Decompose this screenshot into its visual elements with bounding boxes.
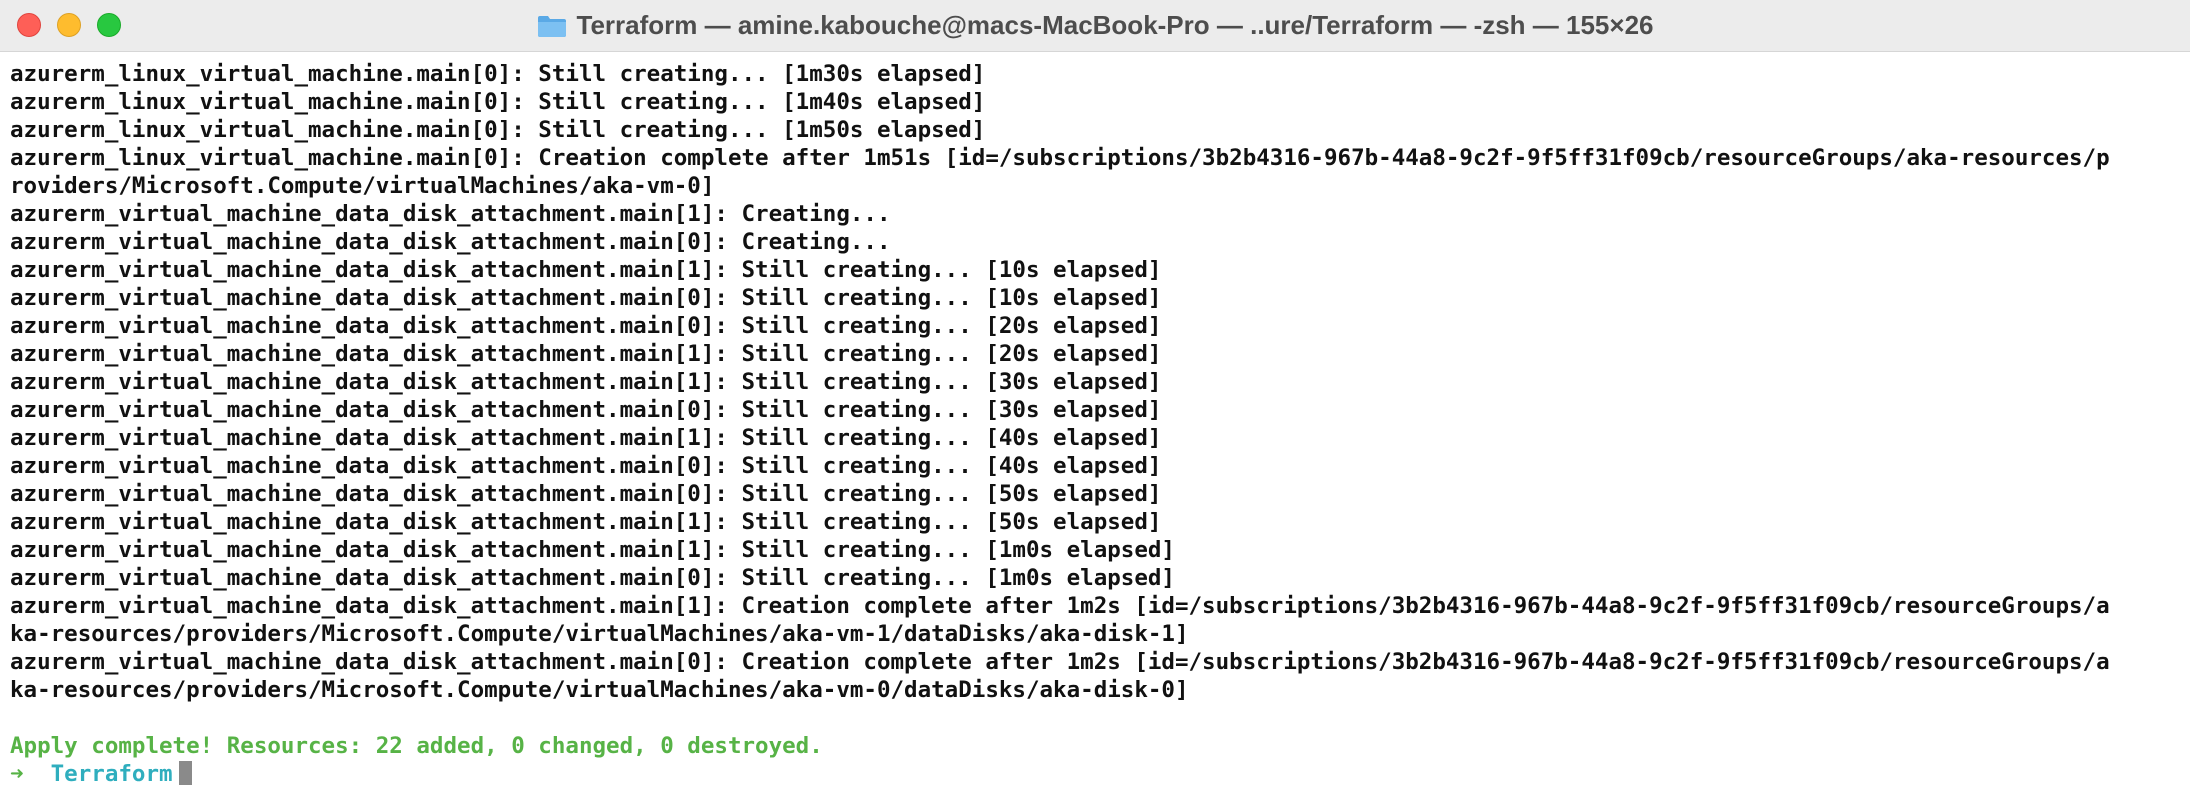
- prompt-arrow: ➜: [10, 761, 24, 787]
- window-title: Terraform — amine.kabouche@macs-MacBook-…: [537, 10, 1654, 41]
- output-line: azurerm_virtual_machine_data_disk_attach…: [10, 229, 891, 255]
- prompt-directory: Terraform: [50, 761, 173, 787]
- output-line: azurerm_linux_virtual_machine.main[0]: C…: [10, 145, 2110, 171]
- output-line: azurerm_virtual_machine_data_disk_attach…: [10, 257, 1162, 283]
- output-line: azurerm_virtual_machine_data_disk_attach…: [10, 341, 1162, 367]
- output-line: ka-resources/providers/Microsoft.Compute…: [10, 677, 1189, 703]
- output-line: azurerm_virtual_machine_data_disk_attach…: [10, 537, 1175, 563]
- output-line: ka-resources/providers/Microsoft.Compute…: [10, 621, 1189, 647]
- output-line: azurerm_virtual_machine_data_disk_attach…: [10, 313, 1162, 339]
- output-line: azurerm_virtual_machine_data_disk_attach…: [10, 593, 2110, 619]
- output-line: roviders/Microsoft.Compute/virtualMachin…: [10, 173, 715, 199]
- output-line: azurerm_virtual_machine_data_disk_attach…: [10, 285, 1162, 311]
- output-line: azurerm_virtual_machine_data_disk_attach…: [10, 565, 1175, 591]
- terminal-window: Terraform — amine.kabouche@macs-MacBook-…: [0, 0, 2190, 794]
- folder-icon: [537, 15, 566, 37]
- terminal-output[interactable]: azurerm_linux_virtual_machine.main[0]: S…: [0, 52, 2190, 788]
- output-line: azurerm_linux_virtual_machine.main[0]: S…: [10, 61, 986, 87]
- output-line: azurerm_virtual_machine_data_disk_attach…: [10, 397, 1162, 423]
- text-cursor: [178, 761, 192, 785]
- title-bar[interactable]: Terraform — amine.kabouche@macs-MacBook-…: [0, 0, 2190, 52]
- window-title-text: Terraform — amine.kabouche@macs-MacBook-…: [576, 10, 1654, 40]
- output-line: azurerm_linux_virtual_machine.main[0]: S…: [10, 117, 986, 143]
- output-lines: azurerm_linux_virtual_machine.main[0]: S…: [10, 60, 2180, 704]
- apply-summary: Apply complete! Resources: 22 added, 0 c…: [10, 733, 823, 759]
- output-line: azurerm_virtual_machine_data_disk_attach…: [10, 453, 1162, 479]
- output-line: azurerm_linux_virtual_machine.main[0]: S…: [10, 89, 986, 115]
- output-line: azurerm_virtual_machine_data_disk_attach…: [10, 425, 1162, 451]
- shell-prompt[interactable]: ➜ Terraform: [10, 760, 2180, 788]
- maximize-window-button[interactable]: [97, 13, 121, 37]
- output-line: azurerm_virtual_machine_data_disk_attach…: [10, 649, 2110, 675]
- output-line: azurerm_virtual_machine_data_disk_attach…: [10, 481, 1162, 507]
- minimize-window-button[interactable]: [57, 13, 81, 37]
- output-line: azurerm_virtual_machine_data_disk_attach…: [10, 509, 1162, 535]
- output-line: azurerm_virtual_machine_data_disk_attach…: [10, 201, 891, 227]
- output-line: azurerm_virtual_machine_data_disk_attach…: [10, 369, 1162, 395]
- window-controls: [17, 13, 121, 37]
- close-window-button[interactable]: [17, 13, 41, 37]
